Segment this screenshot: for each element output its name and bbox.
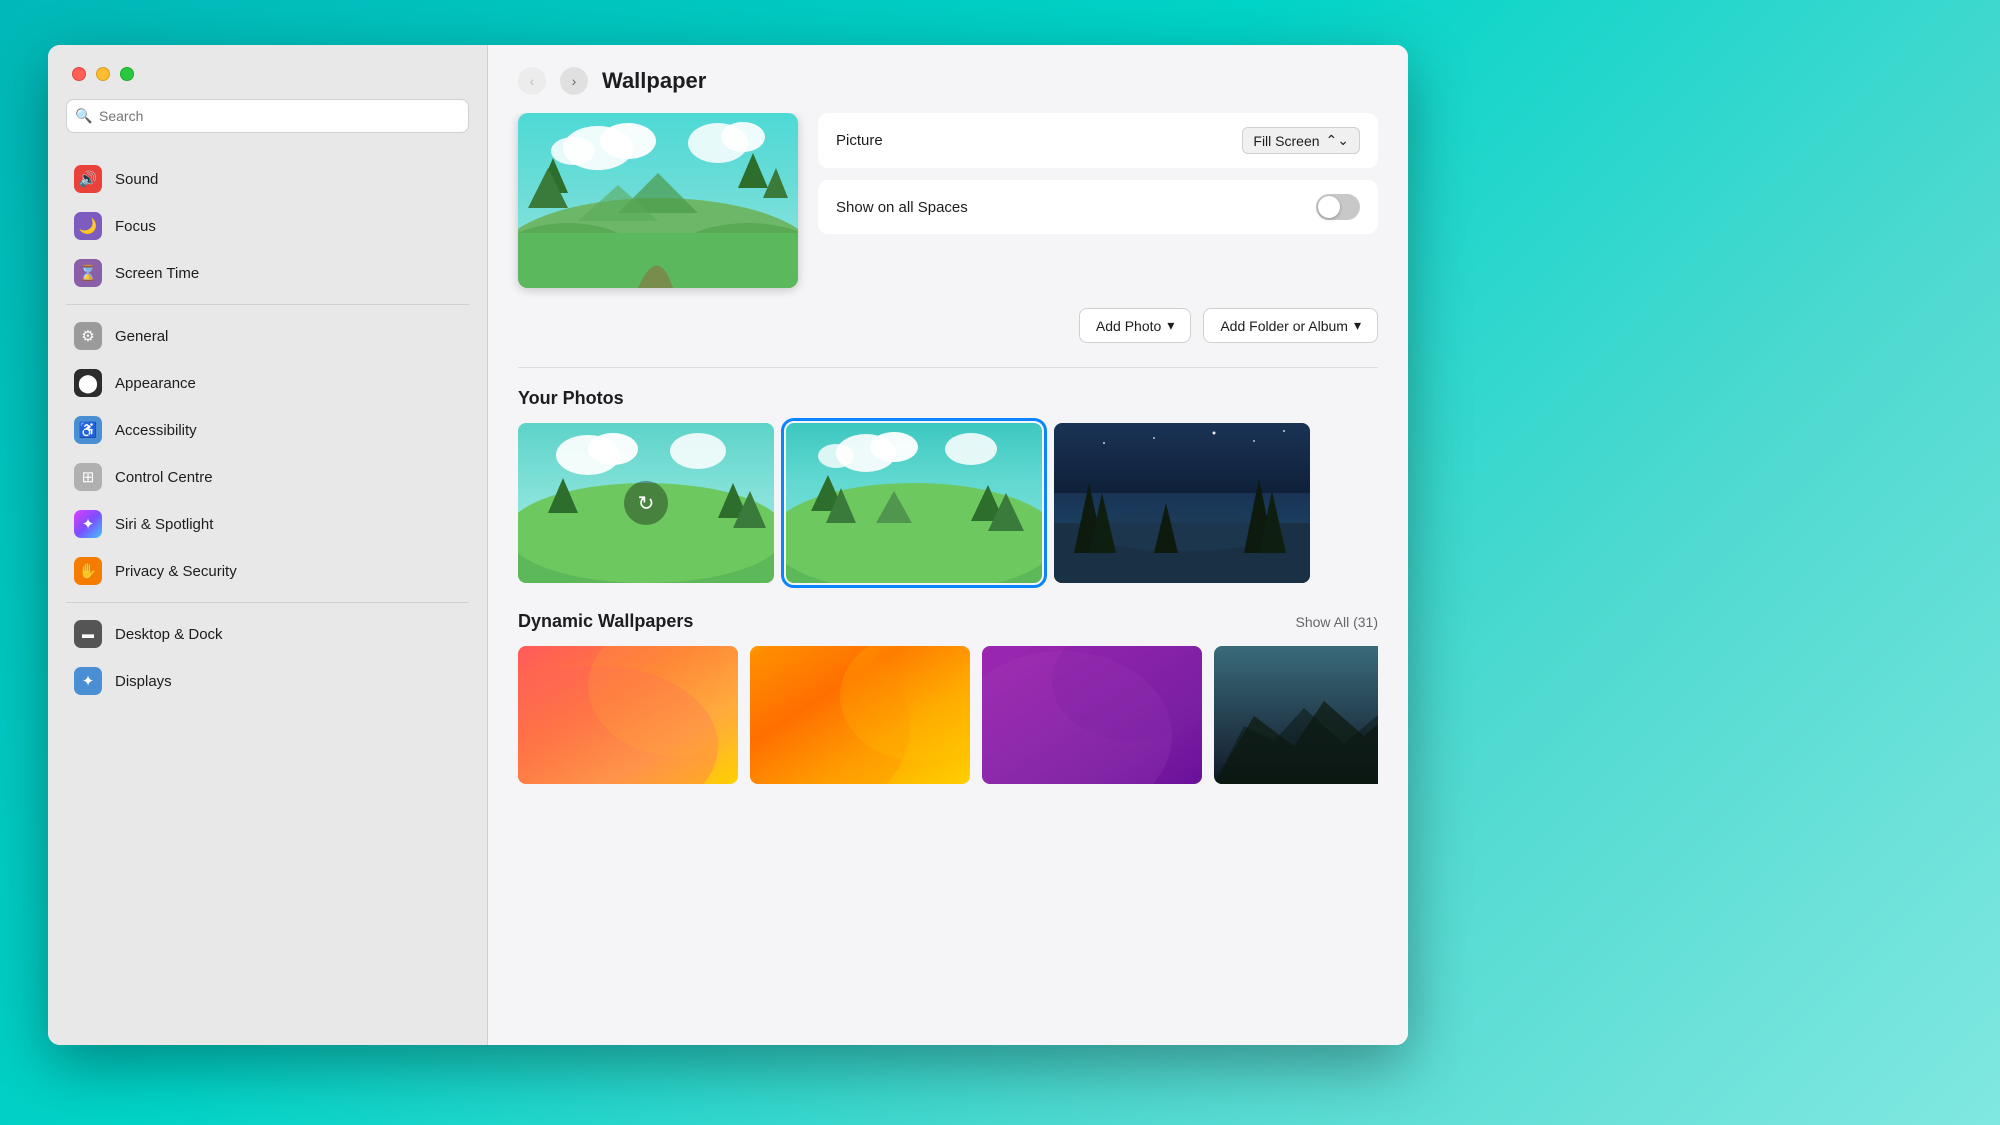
fill-screen-select[interactable]: Fill Screen ⌃⌄ (1242, 127, 1360, 154)
sidebar-item-sound[interactable]: 🔊 Sound (56, 156, 479, 202)
search-icon: 🔍 (75, 108, 92, 125)
sidebar-item-focus[interactable]: 🌙 Focus (56, 203, 479, 249)
screen-time-icon: ⌛ (74, 259, 102, 287)
sidebar-label-privacy: Privacy & Security (115, 563, 237, 580)
maximize-button[interactable] (120, 67, 134, 81)
action-buttons: Add Photo ▾ Add Folder or Album ▾ (518, 308, 1378, 343)
dyn-thumb-2-svg (750, 646, 970, 784)
sidebar-item-desktop[interactable]: ▬ Desktop & Dock (56, 611, 479, 657)
appearance-icon: ⬤ (74, 369, 102, 397)
add-photo-button[interactable]: Add Photo ▾ (1079, 308, 1191, 343)
photo-thumb-1[interactable]: ↻ (518, 423, 774, 583)
dynamic-section-header: Dynamic Wallpapers Show All (31) (518, 611, 1378, 632)
wallpaper-preview-svg (518, 113, 798, 288)
sidebar: 🔍 🔊 Sound 🌙 Focus ⌛ Screen Time ⚙ Genera… (48, 45, 488, 1045)
search-box: 🔍 (66, 99, 469, 133)
focus-icon: 🌙 (74, 212, 102, 240)
sidebar-item-screen-time[interactable]: ⌛ Screen Time (56, 250, 479, 296)
add-photo-label: Add Photo (1096, 318, 1161, 334)
sidebar-item-siri[interactable]: ✦ Siri & Spotlight (56, 501, 479, 547)
picture-label: Picture (836, 132, 883, 149)
refresh-overlay: ↻ (624, 481, 668, 525)
content-area: Picture Fill Screen ⌃⌄ Show on all Space… (488, 113, 1408, 1045)
add-folder-label: Add Folder or Album (1220, 318, 1348, 334)
sidebar-label-accessibility: Accessibility (115, 422, 197, 439)
add-folder-chevron-icon: ▾ (1354, 317, 1361, 334)
toggle-knob (1318, 196, 1340, 218)
sidebar-divider-2 (66, 602, 469, 603)
settings-window: 🔍 🔊 Sound 🌙 Focus ⌛ Screen Time ⚙ Genera… (48, 45, 1408, 1045)
sidebar-list: 🔊 Sound 🌙 Focus ⌛ Screen Time ⚙ General … (48, 151, 487, 1045)
show-all-link[interactable]: Show All (31) (1296, 614, 1378, 630)
sidebar-label-focus: Focus (115, 218, 156, 235)
current-wallpaper-preview (518, 113, 798, 288)
dyn-thumb-3-svg (982, 646, 1202, 784)
minimize-button[interactable] (96, 67, 110, 81)
photo-thumb-2-svg (786, 423, 1042, 583)
photo-thumb-3-svg (1054, 423, 1310, 583)
privacy-icon: ✋ (74, 557, 102, 585)
displays-icon: ✦ (74, 667, 102, 695)
forward-button[interactable]: › (560, 67, 588, 95)
dyn-thumb-1-svg (518, 646, 738, 784)
traffic-lights (48, 45, 487, 99)
sidebar-label-displays: Displays (115, 673, 172, 690)
picture-control-row: Picture Fill Screen ⌃⌄ (818, 113, 1378, 168)
accessibility-icon: ♿ (74, 416, 102, 444)
your-photos-section-header: Your Photos (518, 388, 1378, 409)
add-photo-chevron-icon: ▾ (1167, 317, 1174, 334)
sidebar-label-sound: Sound (115, 171, 158, 188)
fill-screen-label: Fill Screen (1253, 133, 1319, 149)
header: ‹ › Wallpaper (488, 45, 1408, 113)
dyn-thumb-4-svg (1214, 646, 1378, 784)
controls-panel: Picture Fill Screen ⌃⌄ Show on all Space… (818, 113, 1378, 234)
your-photos-title: Your Photos (518, 388, 624, 409)
back-button[interactable]: ‹ (518, 67, 546, 95)
dyn-thumb-3[interactable] (982, 646, 1202, 784)
siri-icon: ✦ (74, 510, 102, 538)
sidebar-item-privacy[interactable]: ✋ Privacy & Security (56, 548, 479, 594)
show-all-spaces-label: Show on all Spaces (836, 199, 968, 216)
sidebar-label-control-centre: Control Centre (115, 469, 213, 486)
photo-thumb-3[interactable] (1054, 423, 1310, 583)
sidebar-item-control-centre[interactable]: ⊞ Control Centre (56, 454, 479, 500)
show-all-spaces-toggle[interactable] (1316, 194, 1360, 220)
sidebar-label-siri: Siri & Spotlight (115, 516, 213, 533)
dynamic-title: Dynamic Wallpapers (518, 611, 693, 632)
sidebar-label-screen-time: Screen Time (115, 265, 199, 282)
sidebar-label-desktop: Desktop & Dock (115, 626, 223, 643)
dyn-thumb-1[interactable] (518, 646, 738, 784)
dyn-thumb-2[interactable] (750, 646, 970, 784)
sidebar-item-general[interactable]: ⚙ General (56, 313, 479, 359)
sidebar-item-displays[interactable]: ✦ Displays (56, 658, 479, 704)
sidebar-item-appearance[interactable]: ⬤ Appearance (56, 360, 479, 406)
control-centre-icon: ⊞ (74, 463, 102, 491)
main-content: ‹ › Wallpaper (488, 45, 1408, 1045)
separator (518, 367, 1378, 368)
fill-screen-chevron-icon: ⌃⌄ (1326, 132, 1349, 149)
sidebar-divider-1 (66, 304, 469, 305)
dynamic-grid (518, 646, 1378, 784)
photo-thumb-2[interactable] (786, 423, 1042, 583)
sound-icon: 🔊 (74, 165, 102, 193)
close-button[interactable] (72, 67, 86, 81)
wallpaper-top: Picture Fill Screen ⌃⌄ Show on all Space… (518, 113, 1378, 288)
show-all-spaces-row: Show on all Spaces (818, 180, 1378, 234)
add-folder-button[interactable]: Add Folder or Album ▾ (1203, 308, 1378, 343)
photos-grid: ↻ (518, 423, 1378, 583)
general-icon: ⚙ (74, 322, 102, 350)
dyn-thumb-4[interactable] (1214, 646, 1378, 784)
sidebar-label-general: General (115, 328, 168, 345)
sidebar-label-appearance: Appearance (115, 375, 196, 392)
sidebar-item-accessibility[interactable]: ♿ Accessibility (56, 407, 479, 453)
desktop-icon: ▬ (74, 620, 102, 648)
page-title: Wallpaper (602, 68, 706, 94)
search-input[interactable] (66, 99, 469, 133)
